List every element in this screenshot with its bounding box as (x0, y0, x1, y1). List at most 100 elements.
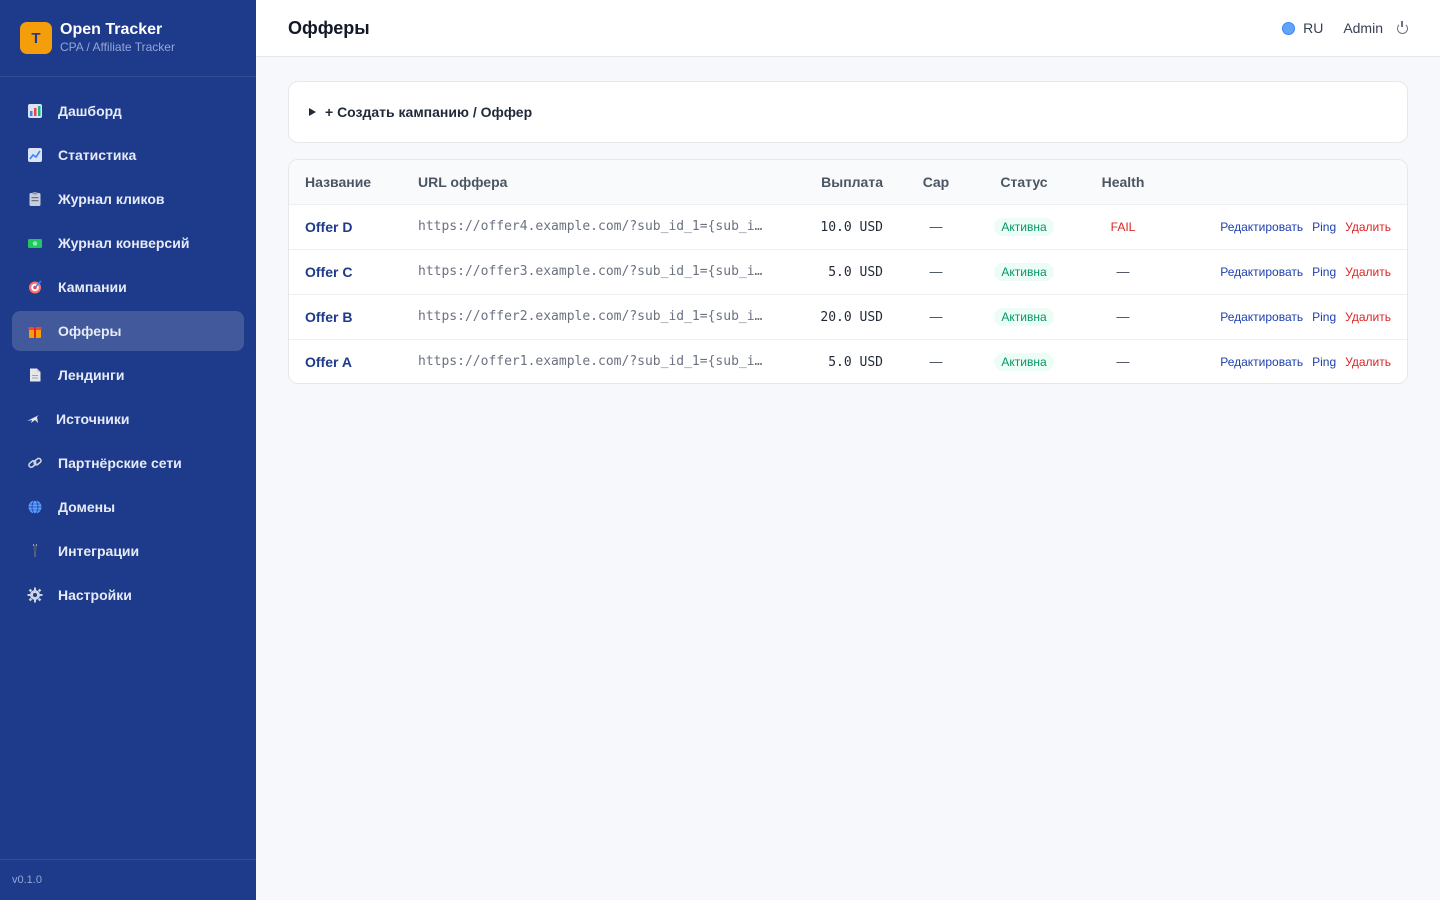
sidebar-item-label: Дашборд (58, 103, 122, 119)
sidebar-item-label: Статистика (58, 147, 137, 163)
sidebar-item-dashboard[interactable]: Дашборд (12, 91, 244, 131)
table-row: Offer A https://offer1.example.com/?sub_… (289, 339, 1407, 383)
offer-name-link[interactable]: Offer D (305, 219, 352, 235)
sidebar-item-label: Настройки (58, 587, 132, 603)
sidebar-item-conversion-log[interactable]: Журнал конверсий (12, 223, 244, 263)
table-row: Offer C https://offer3.example.com/?sub_… (289, 249, 1407, 294)
create-campaign-label: + Создать кампанию / Оффер (325, 104, 533, 120)
status-badge: Активна (994, 352, 1054, 371)
ping-button[interactable]: Ping (1312, 265, 1336, 279)
clipboard-icon (26, 190, 44, 208)
top-header: Офферы RU Admin (256, 0, 1440, 57)
column-header-actions (1171, 160, 1407, 204)
language-switcher[interactable]: RU (1282, 20, 1323, 36)
sidebar-item-sources[interactable]: Источники (12, 399, 244, 439)
offer-payout: 10.0 USD (820, 219, 883, 235)
link-icon (26, 454, 44, 472)
sidebar-item-affiliate-networks[interactable]: Партнёрские сети (12, 443, 244, 483)
chart-line-icon (26, 146, 44, 164)
globe-icon (1282, 21, 1296, 35)
offer-payout: 20.0 USD (820, 309, 883, 325)
brand-text: Open Tracker CPA / Affiliate Tracker (60, 21, 175, 55)
edit-button[interactable]: Редактировать (1220, 355, 1303, 369)
column-header-name: Название (305, 173, 372, 190)
ping-button[interactable]: Ping (1312, 310, 1336, 324)
app-version: v0.1.0 (0, 859, 256, 900)
offer-url: https://offer1.example.com/?sub_id_1={su… (418, 354, 763, 370)
offer-url: https://offer2.example.com/?sub_id_1={su… (418, 309, 763, 324)
delete-button[interactable]: Удалить (1345, 220, 1391, 234)
column-header-url: URL оффера (418, 173, 508, 190)
logout-power-icon[interactable] (1397, 20, 1408, 34)
status-badge: Активна (994, 262, 1054, 281)
gift-icon (26, 322, 44, 340)
sidebar-item-label: Источники (56, 411, 130, 427)
offer-cap: — (929, 309, 943, 324)
sidebar-item-label: Интеграции (58, 543, 140, 559)
sidebar-item-label: Журнал конверсий (58, 235, 190, 251)
offer-name-link[interactable]: Offer B (305, 309, 352, 325)
language-label: RU (1303, 20, 1324, 36)
sidebar-nav: Дашборд Статистика Журнал кликов Журнал … (0, 77, 256, 615)
money-icon (26, 234, 44, 252)
sidebar-item-campaigns[interactable]: Кампании (12, 267, 244, 307)
gear-icon (26, 586, 44, 604)
brand-subtitle: CPA / Affiliate Tracker (60, 40, 175, 54)
sidebar-item-offers[interactable]: Офферы (12, 311, 244, 351)
airplane-icon (24, 410, 42, 428)
sidebar-item-label: Кампании (58, 279, 127, 295)
offer-cap: — (929, 264, 943, 279)
column-header-cap: Cap (922, 173, 950, 190)
sidebar-item-label: Лендинги (58, 367, 125, 383)
status-badge: Активна (994, 217, 1054, 236)
brand-logo: T (20, 22, 52, 54)
sidebar-item-integrations[interactable]: Интеграции (12, 531, 244, 571)
ping-button[interactable]: Ping (1312, 220, 1336, 234)
table-header-row: Название URL оффера Выплата Cap Статус H… (289, 160, 1407, 204)
column-header-health: Health (1101, 173, 1145, 190)
offer-cap: — (929, 354, 943, 370)
brand: T Open Tracker CPA / Affiliate Tracker (0, 0, 256, 77)
delete-button[interactable]: Удалить (1345, 265, 1391, 279)
column-header-payout: Выплата (821, 173, 883, 190)
sidebar-item-label: Партнёрские сети (58, 455, 182, 471)
edit-button[interactable]: Редактировать (1220, 265, 1303, 279)
health-status: FAIL (1110, 220, 1136, 234)
edit-button[interactable]: Редактировать (1220, 310, 1303, 324)
header-right: RU Admin (1282, 0, 1408, 56)
offer-name-link[interactable]: Offer C (305, 264, 352, 280)
expand-triangle-icon (309, 108, 316, 116)
sidebar-item-settings[interactable]: Настройки (12, 575, 244, 615)
offers-table: Название URL оффера Выплата Cap Статус H… (289, 160, 1407, 383)
table-row: Offer D https://offer4.example.com/?sub_… (289, 204, 1407, 249)
status-badge: Активна (994, 307, 1054, 326)
offer-url: https://offer4.example.com/?sub_id_1={su… (418, 219, 763, 234)
page-title: Офферы (288, 17, 370, 38)
offer-url: https://offer3.example.com/?sub_id_1={su… (418, 264, 763, 279)
document-icon (26, 366, 44, 384)
offer-cap: — (929, 219, 943, 234)
offers-table-card: Название URL оффера Выплата Cap Статус H… (288, 159, 1408, 384)
health-status: — (1116, 309, 1130, 324)
sidebar-item-statistics[interactable]: Статистика (12, 135, 244, 175)
delete-button[interactable]: Удалить (1345, 355, 1391, 369)
offer-name-link[interactable]: Offer A (305, 354, 352, 370)
sidebar: T Open Tracker CPA / Affiliate Tracker Д… (0, 0, 256, 900)
health-status: — (1116, 354, 1130, 370)
edit-button[interactable]: Редактировать (1220, 220, 1303, 234)
sidebar-item-click-log[interactable]: Журнал кликов (12, 179, 244, 219)
target-icon (26, 278, 44, 296)
globe-icon (26, 498, 44, 516)
offer-payout: 5.0 USD (828, 354, 883, 370)
create-campaign-toggle[interactable]: + Создать кампанию / Оффер (288, 81, 1408, 143)
delete-button[interactable]: Удалить (1345, 310, 1391, 324)
sidebar-item-landings[interactable]: Лендинги (12, 355, 244, 395)
chart-bar-icon (26, 102, 44, 120)
user-name: Admin (1343, 20, 1383, 36)
sidebar-item-label: Домены (58, 499, 116, 515)
health-status: — (1116, 264, 1130, 279)
plug-icon (26, 542, 44, 560)
sidebar-item-domains[interactable]: Домены (12, 487, 244, 527)
offer-payout: 5.0 USD (828, 264, 883, 280)
ping-button[interactable]: Ping (1312, 355, 1336, 369)
